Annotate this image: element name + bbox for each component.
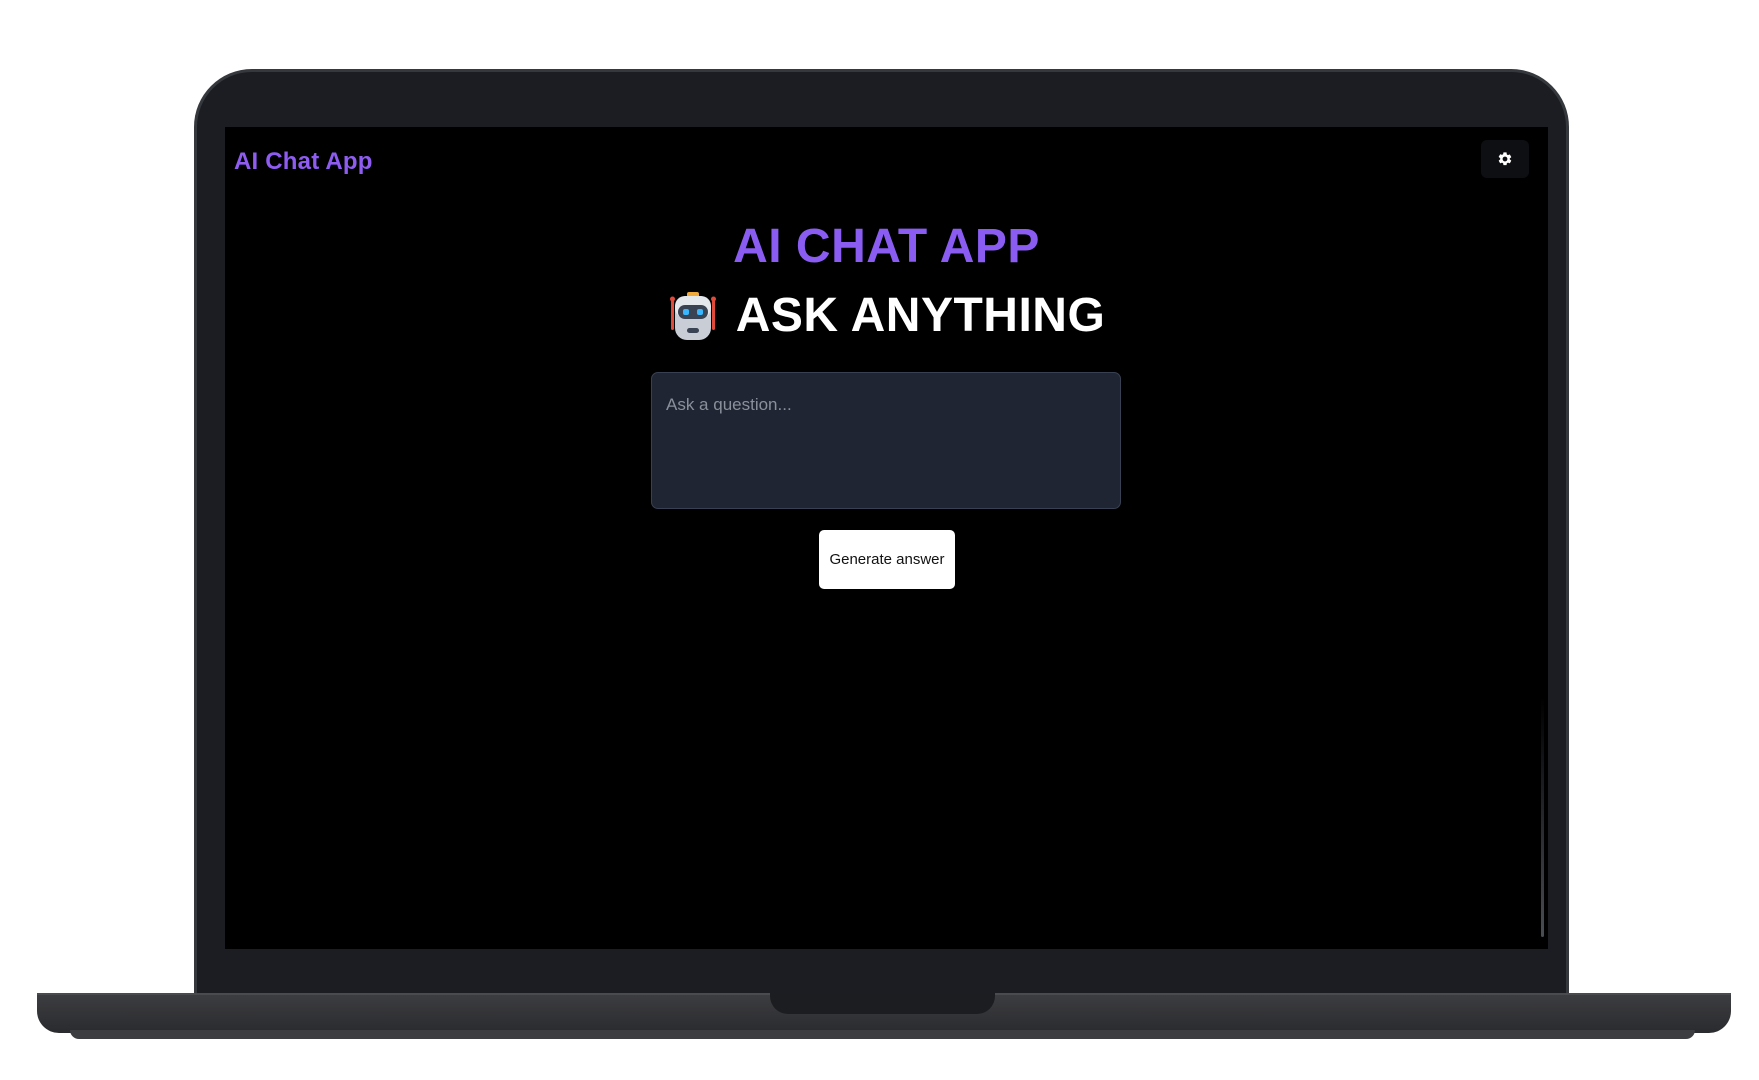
app-brand[interactable]: AI Chat App — [234, 148, 373, 176]
page-subtitle: ASK ANYTHING — [225, 288, 1548, 344]
scrollbar[interactable] — [1541, 697, 1544, 937]
page-title: AI CHAT APP — [733, 220, 1040, 273]
laptop-notch — [770, 993, 995, 1014]
theme-toggle-button[interactable] — [1481, 140, 1529, 178]
laptop-base-foot — [70, 1030, 1695, 1039]
gear-icon — [1498, 152, 1512, 166]
generate-answer-button[interactable]: Generate answer — [819, 530, 955, 589]
laptop-mockup: AI Chat App AI CHAT APP ASK ANYTHING Ask… — [0, 0, 1759, 1080]
app-screen: AI Chat App AI CHAT APP ASK ANYTHING Ask… — [225, 127, 1548, 949]
question-input[interactable] — [651, 372, 1121, 509]
robot-icon — [669, 292, 716, 340]
subtitle-text: ASK ANYTHING — [735, 289, 1106, 342]
